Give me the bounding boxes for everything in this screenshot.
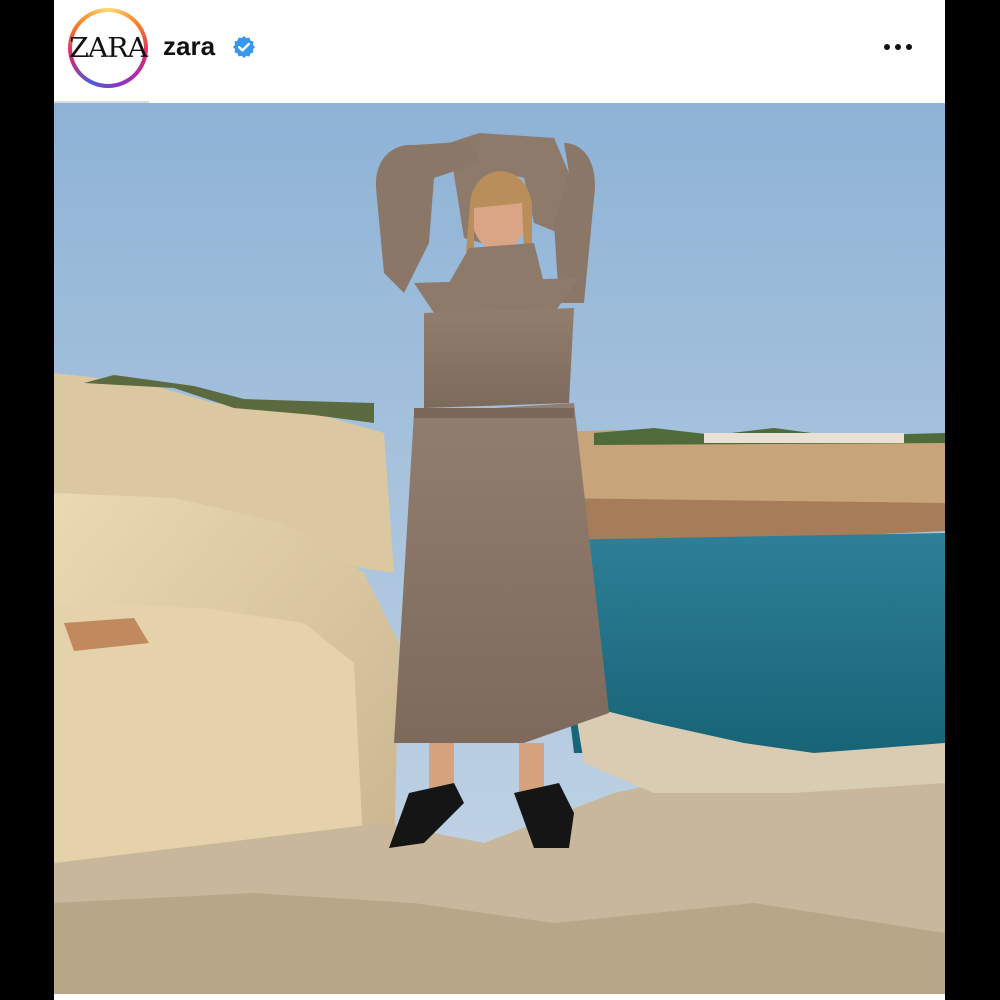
photo-scene xyxy=(54,103,945,994)
username-link[interactable]: zara xyxy=(163,31,215,62)
instagram-post: ZARA zara xyxy=(54,0,945,1000)
post-header: ZARA zara xyxy=(54,0,945,103)
more-options-icon xyxy=(906,44,912,50)
verified-badge-icon xyxy=(233,36,255,58)
avatar[interactable]: ZARA xyxy=(68,8,148,88)
more-options-icon xyxy=(895,44,901,50)
buildings xyxy=(704,433,904,443)
more-options-icon xyxy=(884,44,890,50)
avatar-logo-container: ZARA xyxy=(69,12,148,84)
post-photo[interactable] xyxy=(54,103,945,994)
more-options-button[interactable] xyxy=(874,30,922,64)
avatar-logo-text: ZARA xyxy=(69,32,148,64)
